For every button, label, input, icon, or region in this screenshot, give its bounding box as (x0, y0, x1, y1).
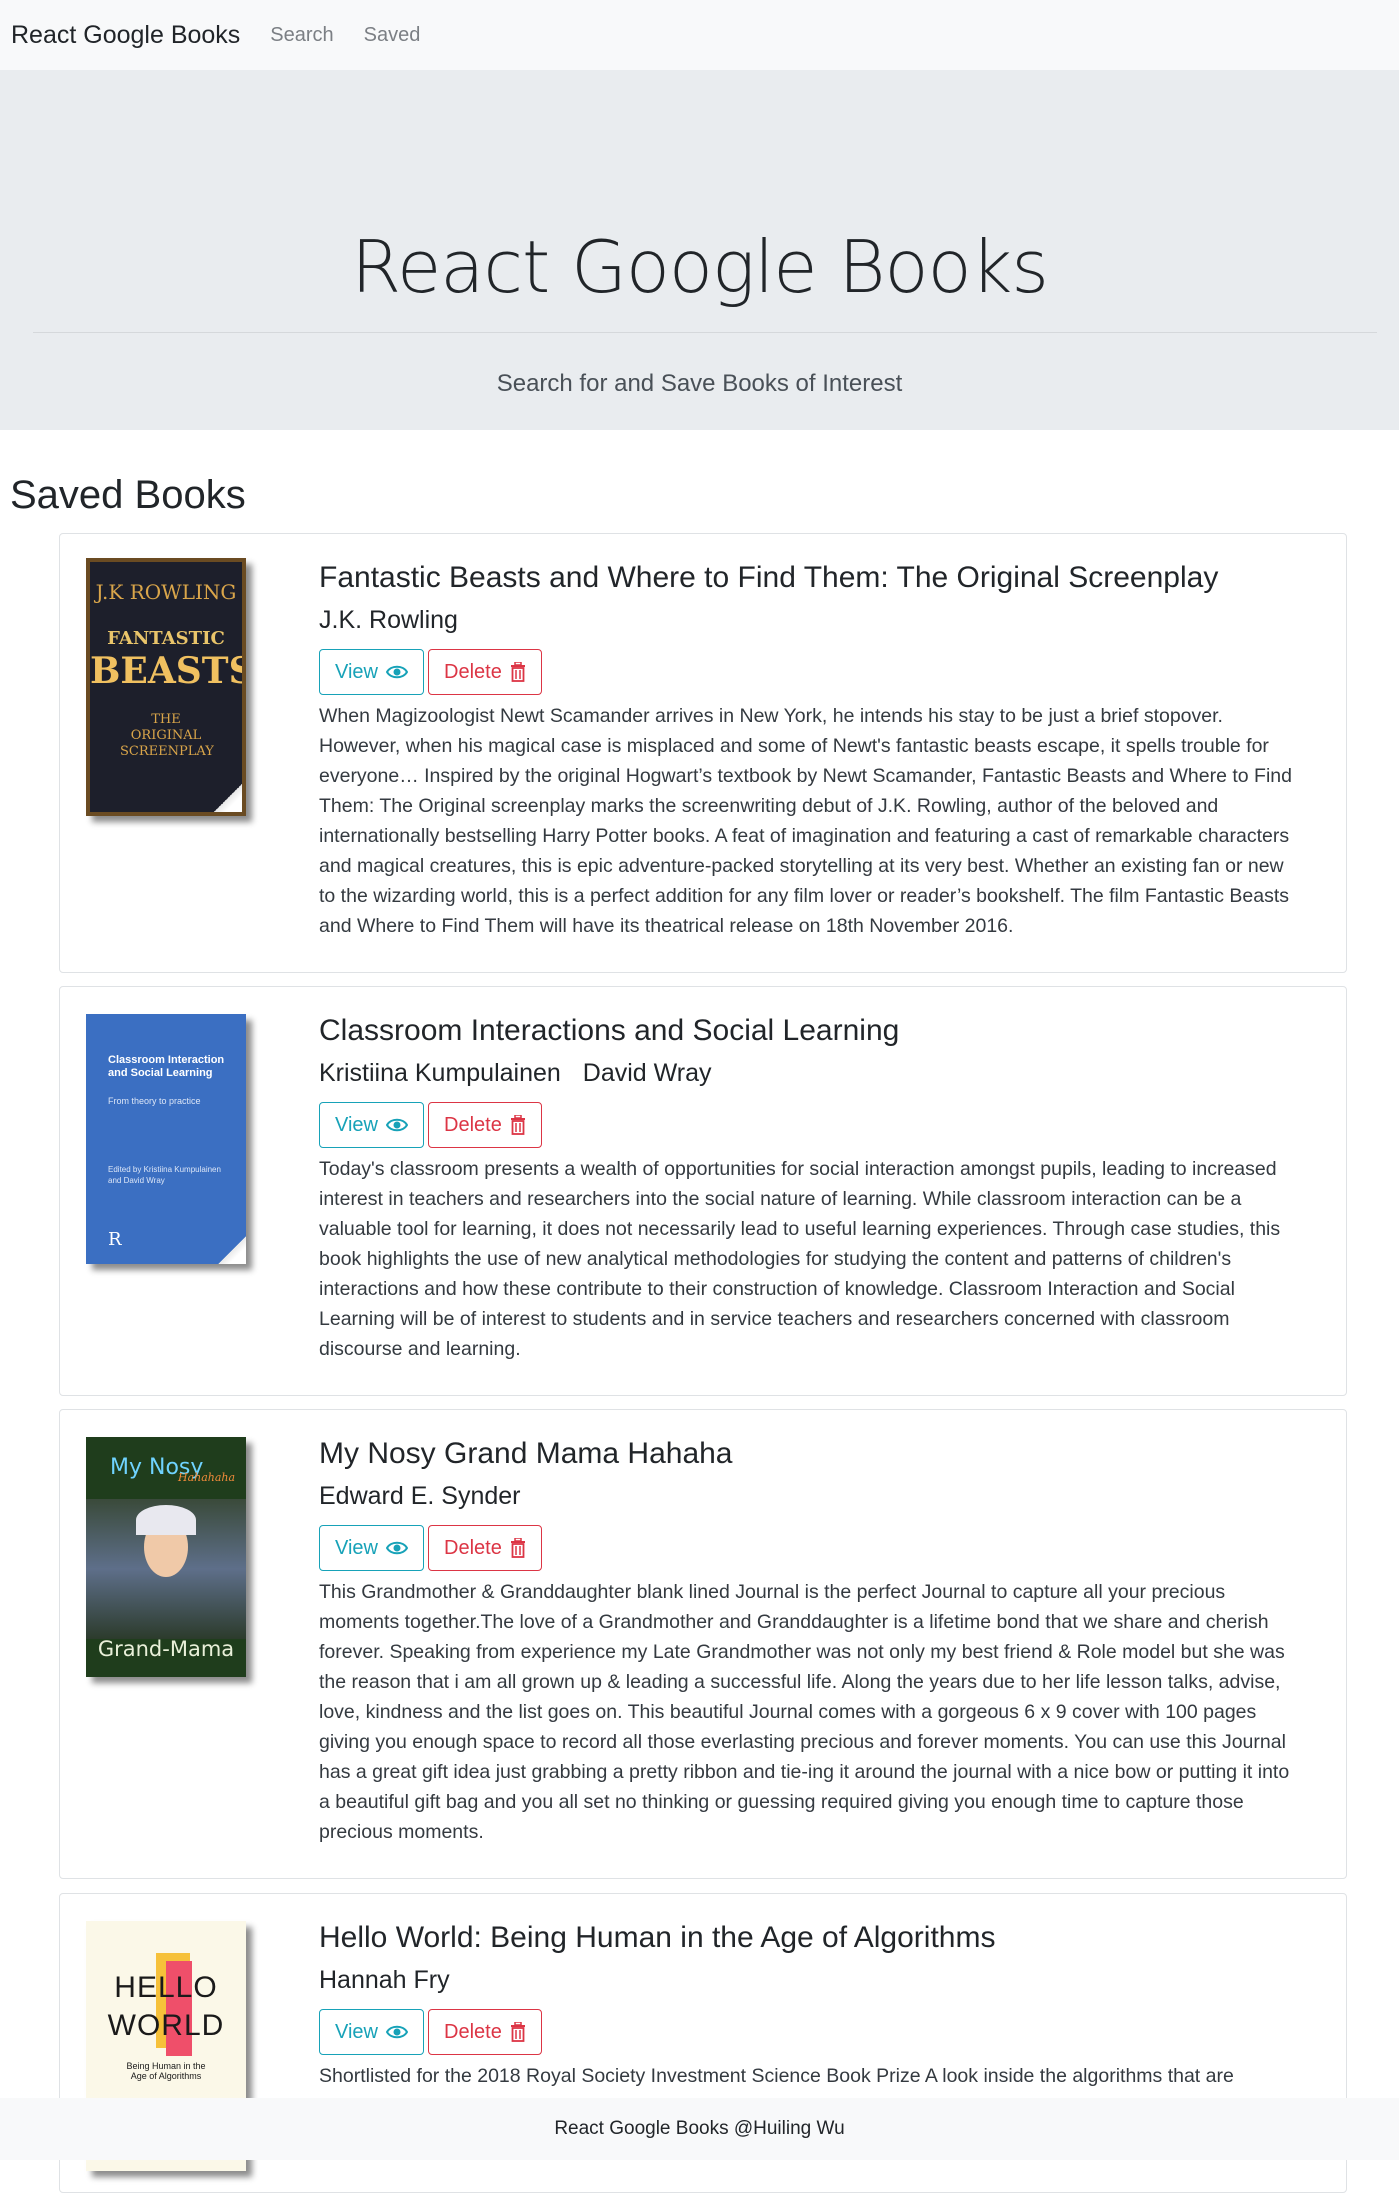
delete-button[interactable]: Delete (428, 2009, 542, 2055)
trash-icon (510, 662, 525, 682)
view-button-label: View (335, 1113, 378, 1136)
book-author: Kristiina Kumpulainen (319, 1059, 561, 1087)
view-button[interactable]: View (319, 1102, 424, 1148)
book-title: Hello World: Being Human in the Age of A… (319, 1921, 996, 1954)
trash-icon (510, 1538, 525, 1558)
cover-text: BEASTS (90, 650, 246, 692)
book-author: J.K. Rowling (319, 606, 458, 634)
book-author: David Wray (582, 1059, 712, 1087)
cover-text: From theory to practice (108, 1096, 201, 1106)
page-curl (214, 784, 242, 812)
cover-text: Classroom Interaction and Social Learnin… (108, 1054, 225, 1079)
book-authors: Kristiina Kumpulainen David Wray (319, 1059, 1300, 1088)
book-description: When Magizoologist Newt Scamander arrive… (319, 705, 1292, 937)
jumbotron: React Google Books Search for and Save B… (0, 70, 1399, 430)
view-button[interactable]: View (319, 1525, 424, 1571)
book-authors: Hannah Fry (319, 1966, 1300, 1995)
trash-icon (510, 1115, 525, 1135)
delete-button-label: Delete (444, 2020, 502, 2043)
book-description: Shortlisted for the 2018 Royal Society I… (319, 2065, 1234, 2087)
view-button[interactable]: View (319, 2009, 424, 2055)
eye-icon (386, 2025, 408, 2039)
book-authors: J.K. Rowling (319, 606, 1300, 635)
eye-icon (386, 1118, 408, 1132)
book-title: Classroom Interactions and Social Learni… (319, 1014, 900, 1047)
page-subtitle: Search for and Save Books of Interest (496, 370, 903, 397)
page-curl (218, 1236, 246, 1264)
book-description: Today's classroom presents a wealth of o… (319, 1158, 1281, 1360)
cover-text: Grand-Mama (97, 1637, 235, 1661)
nav-link-search[interactable]: Search (270, 24, 333, 47)
saved-books-heading: Saved Books (10, 473, 246, 517)
page-title: React Google Books (351, 225, 1049, 309)
book-author: Hannah Fry (319, 1966, 450, 1994)
nav-link-saved[interactable]: Saved (364, 24, 421, 47)
navbar-brand[interactable]: React Google Books (11, 21, 240, 50)
delete-button-label: Delete (444, 660, 502, 683)
book-authors: Edward E. Synder (319, 1482, 1300, 1511)
book-description: This Grandmother & Granddaughter blank l… (319, 1581, 1290, 1843)
delete-button-label: Delete (444, 1113, 502, 1136)
view-button[interactable]: View (319, 649, 424, 695)
footer: React Google Books @Huiling Wu (0, 2098, 1399, 2160)
jumbotron-divider (33, 332, 1377, 333)
eye-icon (386, 665, 408, 679)
cover-text: Edited by Kristiina Kumpulainen and Davi… (108, 1165, 221, 1185)
cover-text: FANTASTIC (107, 628, 225, 649)
cover-text: J.K ROWLING (95, 580, 237, 604)
cover-text: WORLD (107, 2009, 225, 2042)
view-button-label: View (335, 660, 378, 683)
book-card: J.K ROWLING FANTASTIC BEASTS THE ORIGINA… (59, 533, 1347, 973)
delete-button-label: Delete (444, 1536, 502, 1559)
trash-icon (510, 2022, 525, 2042)
delete-button[interactable]: Delete (428, 1525, 542, 1571)
book-cover: J.K ROWLING FANTASTIC BEASTS THE ORIGINA… (86, 558, 246, 816)
book-cover: Classroom Interaction and Social Learnin… (86, 1014, 246, 1264)
cover-text: Being Human in the Age of Algorithms (126, 2061, 206, 2081)
book-title: My Nosy Grand Mama Hahaha (319, 1437, 733, 1470)
cover-text: HELLO (114, 1971, 218, 2004)
book-cover: My Nosy Hahahaha Grand-Mama (86, 1437, 246, 1677)
delete-button[interactable]: Delete (428, 649, 542, 695)
view-button-label: View (335, 2020, 378, 2043)
eye-icon (386, 1541, 408, 1555)
view-button-label: View (335, 1536, 378, 1559)
book-card: Classroom Interaction and Social Learnin… (59, 986, 1347, 1396)
navbar: React Google Books Search Saved (0, 0, 1399, 70)
cover-text: THE ORIGINAL SCREENPLAY (120, 712, 214, 759)
book-author: Edward E. Synder (319, 1482, 521, 1510)
cover-text: Hahahaha (178, 1471, 236, 1484)
cover-illustration (86, 1499, 246, 1639)
delete-button[interactable]: Delete (428, 1102, 542, 1148)
book-title: Fantastic Beasts and Where to Find Them:… (319, 561, 1219, 594)
book-card: My Nosy Hahahaha Grand-Mama My Nosy Gran… (59, 1409, 1347, 1879)
